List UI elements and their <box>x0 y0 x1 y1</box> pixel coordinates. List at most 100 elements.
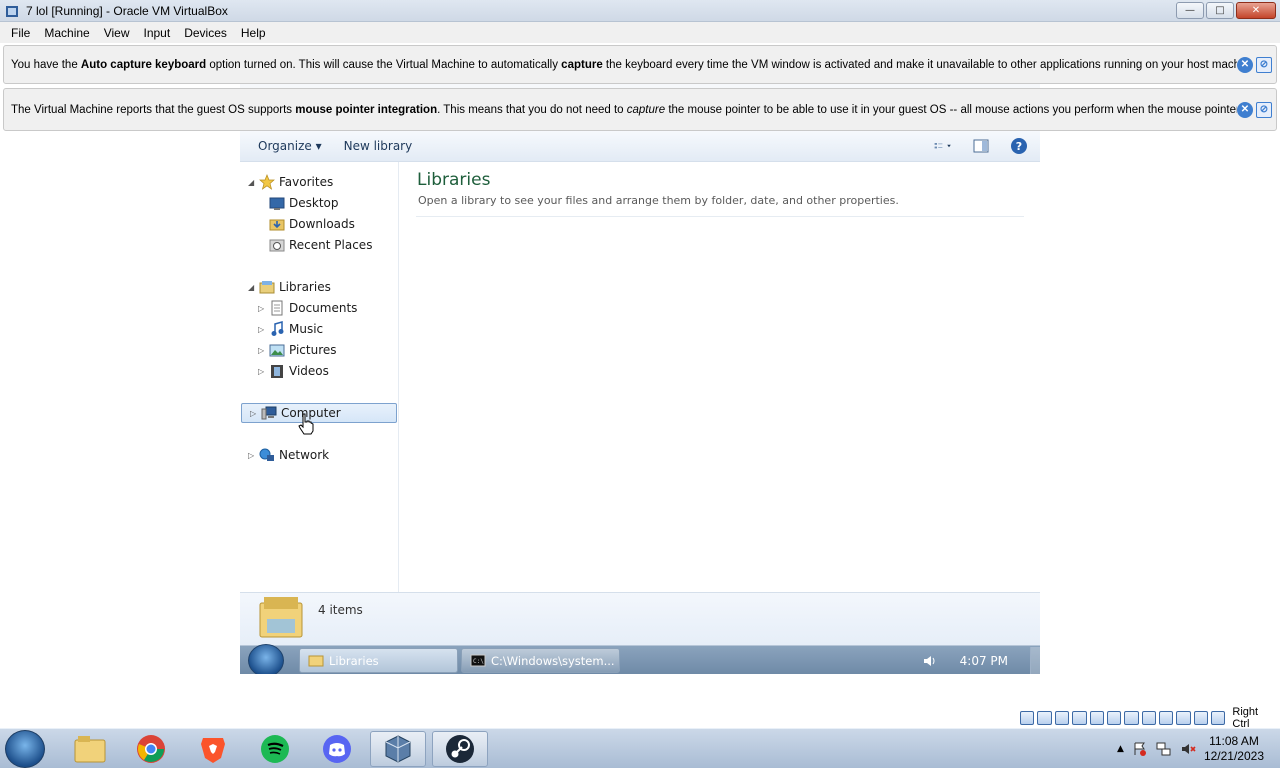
cpu-icon[interactable] <box>1158 711 1174 725</box>
nav-network[interactable]: ▷ Network <box>240 445 397 465</box>
expand-arrow-icon[interactable]: ▷ <box>250 409 260 418</box>
action-center-icon[interactable] <box>1132 741 1148 757</box>
menu-input[interactable]: Input <box>137 26 178 40</box>
nav-desktop[interactable]: Desktop <box>240 193 397 213</box>
guest-start-button[interactable] <box>248 644 284 674</box>
collapse-arrow-icon[interactable]: ◢ <box>248 178 258 187</box>
menu-devices[interactable]: Devices <box>177 26 234 40</box>
notice-text: You have the Auto capture keyboard optio… <box>11 58 1237 71</box>
explorer-toolbar: Organize ▾ New library ? <box>240 131 1040 162</box>
shared-folders-icon[interactable] <box>1106 711 1122 725</box>
nav-pictures[interactable]: ▷ Pictures <box>240 340 397 360</box>
network-adapter-icon[interactable] <box>1072 711 1087 725</box>
computer-icon <box>260 405 277 421</box>
desktop-icon <box>268 195 285 211</box>
hard-disk-icon[interactable] <box>1020 711 1035 725</box>
expand-arrow-icon[interactable]: ▷ <box>258 325 268 334</box>
guest-screen: Organize ▾ New library ? ◢ Favorites Des… <box>240 131 1040 674</box>
optical-drive-icon[interactable] <box>1037 711 1052 725</box>
taskbar-item-cmd[interactable]: C:\ C:\Windows\system... <box>461 648 620 673</box>
recording-icon[interactable] <box>1141 711 1156 725</box>
taskbar-chrome[interactable] <box>123 731 179 767</box>
taskbar-explorer[interactable] <box>62 731 118 767</box>
show-hidden-icons-icon[interactable]: ▲ <box>1117 744 1124 754</box>
usb-icon[interactable] <box>1089 711 1104 725</box>
expand-arrow-icon[interactable]: ▷ <box>258 346 268 355</box>
volume-muted-icon[interactable] <box>1180 741 1196 757</box>
notice-text: The Virtual Machine reports that the gue… <box>11 103 1237 116</box>
expand-arrow-icon[interactable]: ▷ <box>258 367 268 376</box>
star-icon <box>258 174 275 190</box>
music-icon <box>268 321 285 337</box>
menu-file[interactable]: File <box>4 26 37 40</box>
item-count: 4 items <box>318 603 363 617</box>
new-library-button[interactable]: New library <box>340 139 431 153</box>
window-title: 7 lol [Running] - Oracle VM VirtualBox <box>26 3 228 18</box>
menu-view[interactable]: View <box>97 26 137 40</box>
start-button[interactable] <box>5 730 45 768</box>
guest-system-tray: 4:07 PM <box>922 646 1040 674</box>
download-arrow-icon[interactable] <box>1211 711 1226 725</box>
clock[interactable]: 11:08 AM 12/21/2023 <box>1204 734 1264 764</box>
taskbar-virtualbox[interactable] <box>370 731 426 767</box>
clock-time: 11:08 AM <box>1209 734 1259 748</box>
brave-icon <box>201 738 225 763</box>
minimize-button[interactable]: — <box>1176 2 1204 19</box>
nav-documents[interactable]: ▷ Documents <box>240 298 397 318</box>
divider <box>416 216 1024 217</box>
mouse-integration-notice: The Virtual Machine reports that the gue… <box>3 88 1277 131</box>
system-tray: ▲ 11:08 AM 12/21/2023 <box>1117 729 1264 768</box>
expand-arrow-icon[interactable]: ▷ <box>248 451 258 460</box>
organize-button[interactable]: Organize ▾ <box>240 139 340 153</box>
display-icon[interactable] <box>1124 711 1139 725</box>
network-status-icon[interactable] <box>1156 741 1172 757</box>
nav-favorites[interactable]: ◢ Favorites <box>240 172 397 192</box>
notice-disable-icon[interactable]: ⊘ <box>1256 101 1272 118</box>
notice-disable-icon[interactable]: ⊘ <box>1256 56 1272 73</box>
content-pane: Libraries Open a library to see your fil… <box>400 162 1040 592</box>
mouse-integration-icon[interactable] <box>1176 711 1191 725</box>
svg-text:?: ? <box>1016 140 1022 153</box>
collapse-arrow-icon[interactable]: ◢ <box>248 283 258 292</box>
vm-window-titlebar: 7 lol [Running] - Oracle VM VirtualBox —… <box>0 0 1280 22</box>
downloads-folder-icon <box>268 216 285 232</box>
nav-libraries[interactable]: ◢ Libraries <box>240 277 397 297</box>
notice-buttons: ✕ ⊘ <box>1237 56 1272 73</box>
toolbar-right: ? <box>934 137 1028 155</box>
details-pane: 4 items <box>240 592 1040 645</box>
folder-icon <box>308 655 324 667</box>
host-key-label: Right Ctrl <box>1232 706 1259 730</box>
help-icon[interactable]: ? <box>1010 137 1028 155</box>
expand-arrow-icon[interactable]: ▷ <box>258 304 268 313</box>
maximize-button[interactable]: □ <box>1206 2 1234 19</box>
page-description: Open a library to see your files and arr… <box>418 194 899 207</box>
taskbar-spotify[interactable] <box>247 731 303 767</box>
taskbar-item-libraries[interactable]: Libraries <box>299 648 458 673</box>
nav-recent-places[interactable]: Recent Places <box>240 235 397 255</box>
taskbar-discord[interactable] <box>309 731 365 767</box>
nav-computer[interactable]: ▷ Computer <box>241 403 397 423</box>
show-desktop-button[interactable] <box>1030 647 1040 674</box>
nav-music[interactable]: ▷ Music <box>240 319 397 339</box>
nav-videos[interactable]: ▷ Videos <box>240 361 397 381</box>
notice-close-icon[interactable]: ✕ <box>1237 101 1253 118</box>
menu-machine[interactable]: Machine <box>37 26 96 40</box>
vm-status-bar: Right Ctrl <box>1020 706 1280 730</box>
svg-text:C:\: C:\ <box>473 658 484 665</box>
taskbar-steam[interactable] <box>432 731 488 767</box>
preview-pane-icon[interactable] <box>972 137 990 155</box>
keyboard-capture-icon[interactable] <box>1193 711 1209 725</box>
menu-help[interactable]: Help <box>234 26 273 40</box>
change-view-icon[interactable] <box>934 137 952 155</box>
page-title: Libraries <box>417 170 491 190</box>
guest-clock[interactable]: 4:07 PM <box>960 654 1008 668</box>
close-button[interactable]: ✕ <box>1236 2 1276 19</box>
audio-icon[interactable] <box>1054 711 1070 725</box>
videos-icon <box>268 363 285 379</box>
auto-capture-keyboard-notice: You have the Auto capture keyboard optio… <box>3 45 1277 84</box>
volume-icon[interactable] <box>922 654 938 668</box>
nav-downloads[interactable]: Downloads <box>240 214 397 234</box>
taskbar-brave[interactable] <box>185 731 241 767</box>
folder-icon <box>74 736 106 763</box>
notice-close-icon[interactable]: ✕ <box>1237 56 1253 73</box>
